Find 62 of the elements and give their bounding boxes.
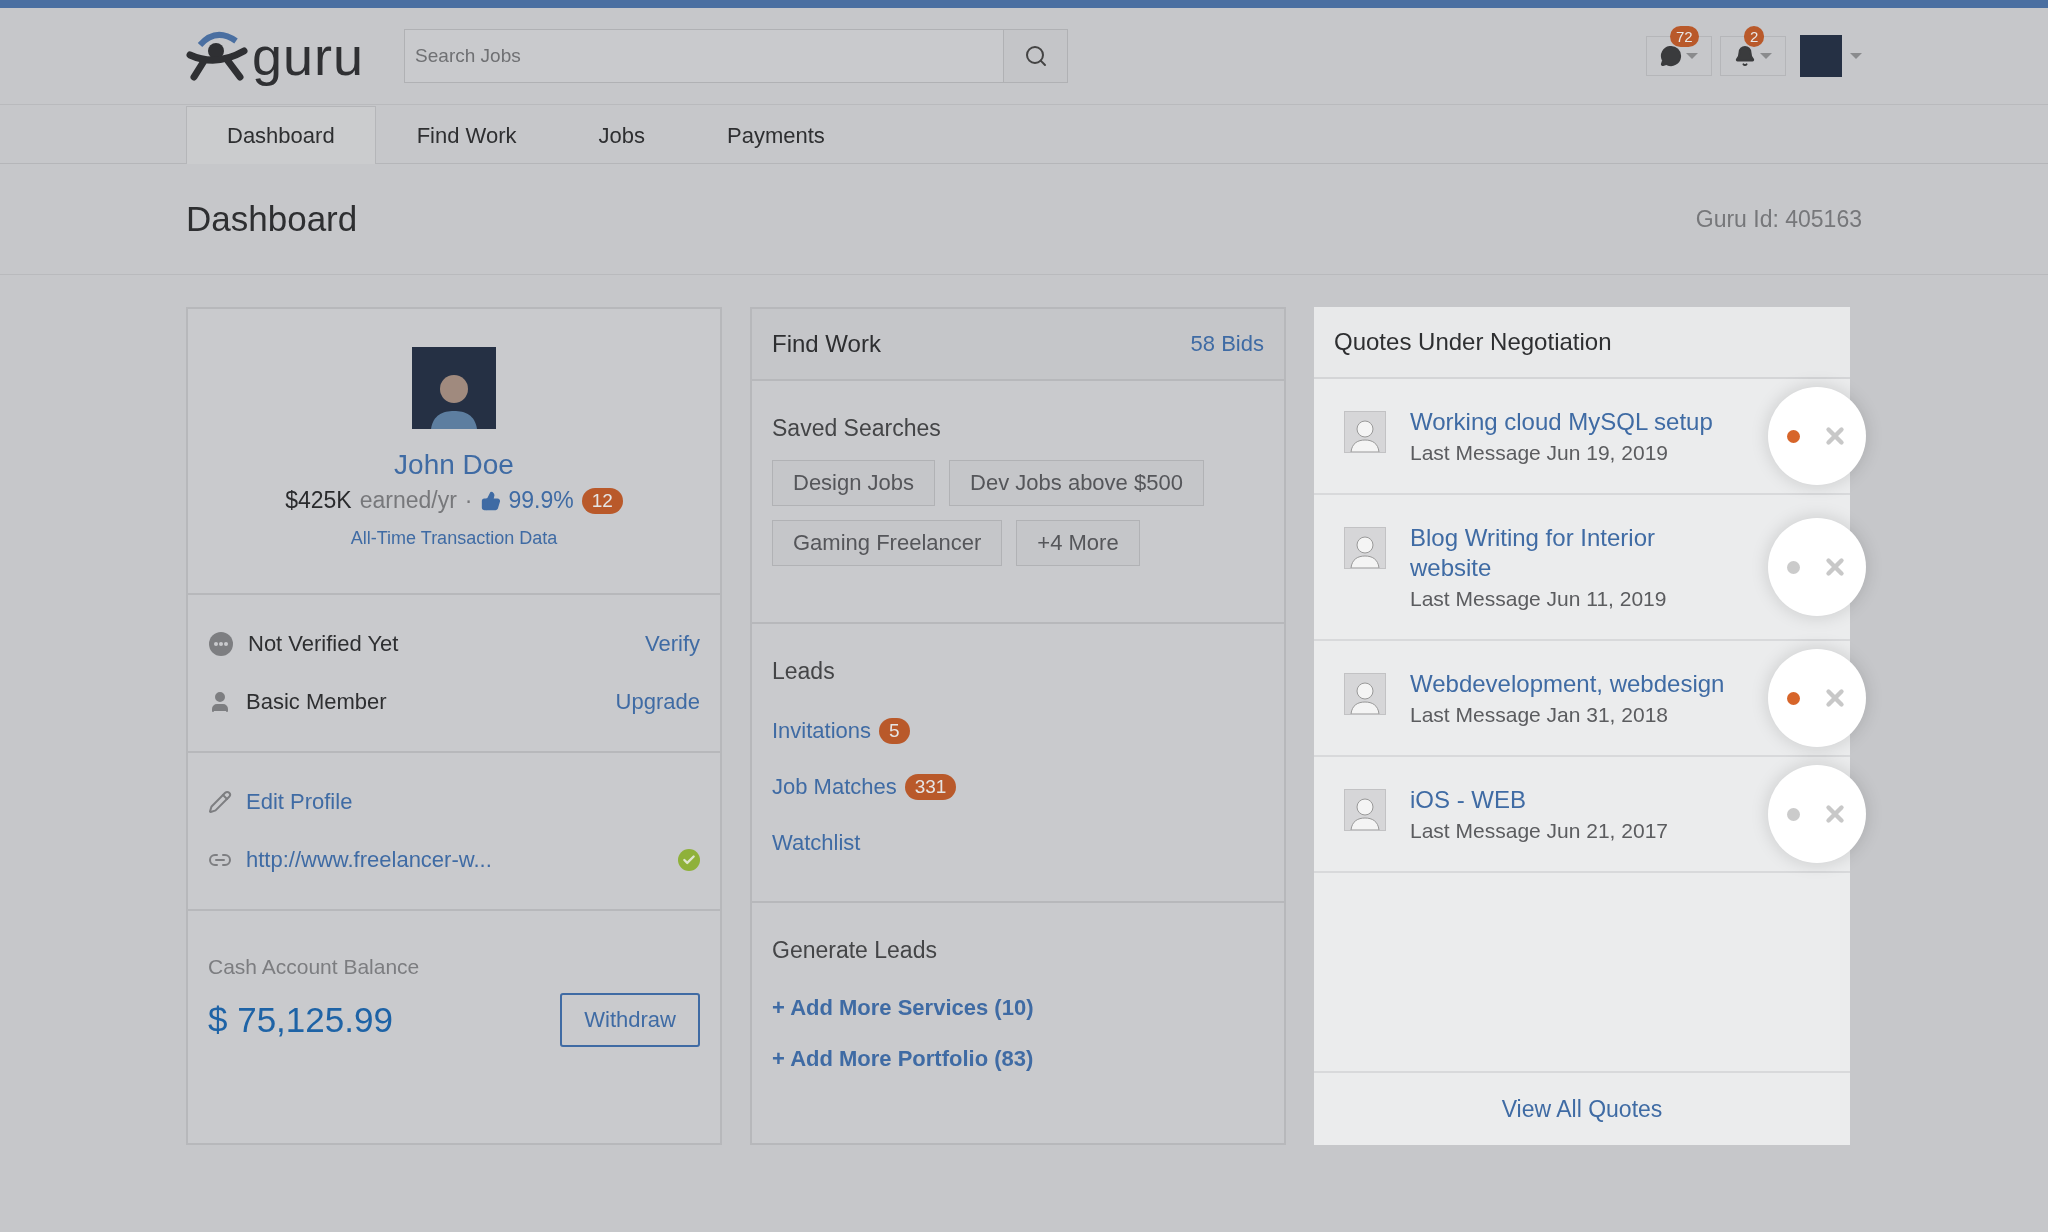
add-more-link[interactable]: + Add More Portfolio (83) xyxy=(772,1033,1264,1084)
status-label: Basic Member xyxy=(246,689,387,715)
website-link[interactable]: http://www.freelancer-w... xyxy=(246,847,492,873)
avatar-placeholder[interactable] xyxy=(1800,35,1842,77)
transaction-data-link[interactable]: All-Time Transaction Data xyxy=(350,528,558,549)
saved-search-tag[interactable]: +4 More xyxy=(1016,520,1140,566)
action-link[interactable]: Verify xyxy=(644,631,700,657)
balance-label: Cash Account Balance xyxy=(208,955,421,979)
lead-link[interactable]: Watchlist xyxy=(772,830,861,856)
section-title: Generate Leads xyxy=(772,937,938,964)
section-title: Leads xyxy=(772,658,836,685)
quote-title-link[interactable]: Webdevelopment, webdesign xyxy=(1410,669,1740,699)
caret-icon xyxy=(1686,53,1698,59)
lead-link[interactable]: Job Matches xyxy=(772,774,897,800)
view-all-quotes-link[interactable]: View All Quotes xyxy=(1501,1095,1663,1123)
profile-name[interactable]: John Doe xyxy=(394,449,514,481)
caret-icon xyxy=(1850,53,1862,59)
saved-search-tag[interactable]: Design Jobs xyxy=(772,460,936,506)
quote-title-link[interactable]: Working cloud MySQL setup xyxy=(1410,407,1740,437)
last-message-date: Last Message Jan 31, 2018 xyxy=(1410,703,1669,727)
bell-icon xyxy=(1734,45,1756,67)
chat-bubble-icon xyxy=(1660,45,1682,67)
page-title: Dashboard xyxy=(186,199,358,239)
review-count-badge: 12 xyxy=(581,487,623,514)
dots-circle-icon xyxy=(208,631,234,657)
card-title: Quotes Under Negotiation xyxy=(1334,328,1612,356)
caret-icon xyxy=(1760,53,1772,59)
saved-search-tag[interactable]: Dev Jobs above $500 xyxy=(949,460,1204,506)
nav-tab[interactable]: Payments xyxy=(685,106,866,164)
saved-search-tag[interactable]: Gaming Freelancer xyxy=(772,520,1003,566)
nav-tab[interactable]: Dashboard xyxy=(186,106,376,164)
guru-id: Guru Id: 405163 xyxy=(1695,205,1862,233)
quote-title-link[interactable]: iOS - WEB xyxy=(1410,785,1740,815)
pencil-icon xyxy=(208,790,232,814)
count-badge: 2 xyxy=(1744,26,1765,47)
search-field[interactable]: Search Jobs xyxy=(404,29,1005,83)
count-badge: 72 xyxy=(1670,26,1699,47)
earnings: $425K xyxy=(285,487,352,514)
thumbs-up-icon xyxy=(480,490,501,511)
search-button[interactable] xyxy=(1004,29,1069,83)
separator: · xyxy=(464,487,473,514)
count-badge: 331 xyxy=(904,774,957,800)
last-message-date: Last Message Jun 19, 2019 xyxy=(1410,441,1669,465)
search-icon xyxy=(1023,44,1048,68)
lead-link[interactable]: Invitations xyxy=(772,718,872,744)
balance-amount: $ 75,125.99 xyxy=(208,1000,393,1040)
quote-title-link[interactable]: Blog Writing for Interior website xyxy=(1410,523,1740,583)
section-title: Saved Searches xyxy=(772,415,942,442)
last-message-date: Last Message Jun 11, 2019 xyxy=(1410,587,1668,611)
bids-link[interactable]: 58 Bids xyxy=(1190,331,1264,357)
count-badge: 5 xyxy=(879,718,910,744)
last-message-date: Last Message Jun 21, 2017 xyxy=(1410,819,1669,843)
rating: 99.9% xyxy=(508,487,574,514)
edit-profile-link[interactable]: Edit Profile xyxy=(246,789,353,815)
withdraw-button[interactable]: Withdraw xyxy=(560,993,700,1047)
nav-tab[interactable]: Jobs xyxy=(557,106,686,164)
nav-tab[interactable]: Find Work xyxy=(375,106,558,164)
add-more-link[interactable]: + Add More Services (10) xyxy=(772,982,1264,1033)
status-label: Not Verified Yet xyxy=(248,631,399,657)
action-link[interactable]: Upgrade xyxy=(615,689,700,715)
card-title: Find Work xyxy=(772,330,881,358)
earnings-label: earned/yr xyxy=(359,487,457,514)
